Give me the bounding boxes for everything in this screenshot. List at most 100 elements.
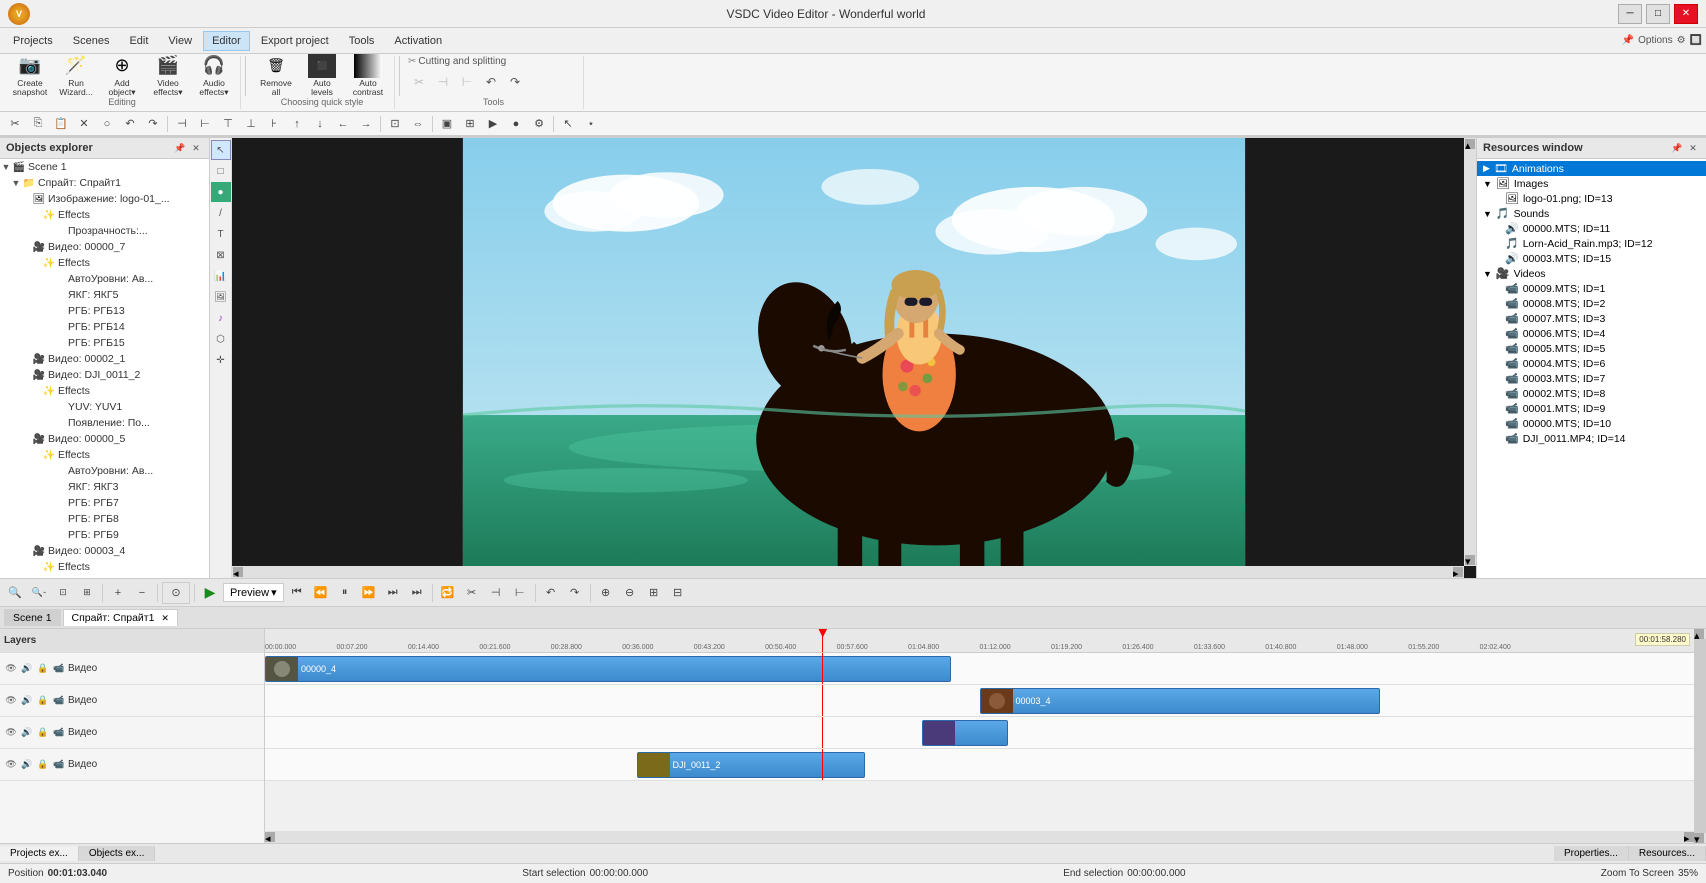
tree-node-disapp1[interactable]: Исчезновение:... <box>0 575 209 578</box>
tree-node-fx2[interactable]: ✨Effects <box>0 255 209 271</box>
res-sound-1[interactable]: 🔊 00000.MTS; ID=11 <box>1477 221 1706 236</box>
res-vid-8[interactable]: 📹00002.MTS; ID=8 <box>1477 386 1706 401</box>
zoom-in-btn[interactable]: 🔍 <box>4 582 26 604</box>
v-scrollbar[interactable]: ▴ ▾ <box>1464 138 1476 566</box>
menu-activation[interactable]: Activation <box>385 31 451 51</box>
tree-node-trans1[interactable]: Прозрачность:... <box>0 223 209 239</box>
menu-scenes[interactable]: Scenes <box>64 31 119 51</box>
tree-node-scene1[interactable]: ▼🎬Scene 1 <box>0 159 209 175</box>
tl-vscroll-up[interactable]: ▴ <box>1694 629 1704 639</box>
add-marker-btn[interactable]: + <box>107 582 129 604</box>
redo-icon[interactable]: ↷ <box>504 71 526 93</box>
go-end2-btn[interactable]: ⏭ <box>406 582 428 604</box>
align-right-btn[interactable]: ⊤ <box>217 113 239 135</box>
close-panel-btn[interactable]: ✕ <box>189 141 203 155</box>
res-vid-9[interactable]: 📹00001.MTS; ID=9 <box>1477 401 1706 416</box>
tree-node-vid2[interactable]: 🎥Видео: 00002_1 <box>0 351 209 367</box>
go-start-btn[interactable]: ⏮ <box>286 582 308 604</box>
frame-btn[interactable]: ▣ <box>436 113 458 135</box>
tree-node-rgb3[interactable]: РГБ: РГБ15 <box>0 335 209 351</box>
cut-icon[interactable]: ✂ <box>408 71 430 93</box>
clip-00000-4[interactable]: 00000_4 <box>265 656 951 682</box>
minimize-button[interactable]: ─ <box>1618 4 1642 24</box>
line-tool-btn[interactable]: / <box>211 203 231 223</box>
bottom-tab-objects[interactable]: Objects ex... <box>79 846 156 861</box>
menu-tools[interactable]: Tools <box>340 31 384 51</box>
res-vid-4[interactable]: 📹00006.MTS; ID=4 <box>1477 326 1706 341</box>
track-audio-1[interactable]: 🔊 <box>20 662 34 676</box>
track-lock-2[interactable]: 🔒 <box>36 694 50 708</box>
res-vid-11[interactable]: 📹DJI_0011.MP4; ID=14 <box>1477 431 1706 446</box>
pin-panel-btn[interactable]: 📌 <box>173 141 187 155</box>
track-vis-4[interactable]: 👁 <box>4 758 18 772</box>
paste-btn[interactable]: 📋 <box>50 113 72 135</box>
res-vid-10[interactable]: 📹00000.MTS; ID=10 <box>1477 416 1706 431</box>
shape-tool-btn[interactable]: ⬡ <box>211 329 231 349</box>
res-animations[interactable]: ▶ 🎞 Animations <box>1477 161 1706 176</box>
split-tl-btn[interactable]: ⊣ <box>485 582 507 604</box>
tree-node-fx5[interactable]: ✨Effects <box>0 559 209 575</box>
tree-node-vid3[interactable]: 🎥Видео: DJI_0011_2 <box>0 367 209 383</box>
trim-icon[interactable]: ⊢ <box>456 71 478 93</box>
tree-node-vid1[interactable]: 🎥Видео: 00000_7 <box>0 239 209 255</box>
align-left-btn[interactable]: ⊣ <box>171 113 193 135</box>
image-tool-btn[interactable]: 🖼 <box>211 287 231 307</box>
track-lock-1[interactable]: 🔒 <box>36 662 50 676</box>
step-fwd-btn[interactable]: ⏩ <box>358 582 380 604</box>
track-vis-3[interactable]: 👁 <box>4 726 18 740</box>
redo-btn[interactable]: ↷ <box>142 113 164 135</box>
split-icon[interactable]: ⊣ <box>432 71 454 93</box>
zoom-fit-btn[interactable]: ⊡ <box>52 582 74 604</box>
pointer-btn[interactable]: ↖ <box>557 113 579 135</box>
bottom-tab-resources[interactable]: Resources... <box>1629 846 1706 861</box>
circle-btn[interactable]: ○ <box>96 113 118 135</box>
tree-node-yuv1[interactable]: YUV: YUV1 <box>0 399 209 415</box>
res-vid-5[interactable]: 📹00005.MTS; ID=5 <box>1477 341 1706 356</box>
tree-toggle-scene1[interactable]: ▼ <box>0 161 12 173</box>
tl-extra-btn[interactable]: ⊞ <box>643 582 665 604</box>
copy-btn[interactable]: ⎘ <box>27 113 49 135</box>
track-lock-4[interactable]: 🔒 <box>36 758 50 772</box>
tab-sprite1[interactable]: Спрайт: Спрайт1 ✕ <box>63 609 178 626</box>
timeline-v-scrollbar[interactable]: ▴ ▾ <box>1694 629 1706 843</box>
res-vid-6[interactable]: 📹00004.MTS; ID=6 <box>1477 356 1706 371</box>
tree-node-auto2[interactable]: АвтоУровни: Ав... <box>0 463 209 479</box>
tl-vscroll-down[interactable]: ▾ <box>1694 833 1704 843</box>
grid-btn[interactable]: ⊞ <box>459 113 481 135</box>
add-object-button[interactable]: ⊕ Addobject▾ <box>100 51 144 101</box>
scroll-down-btn[interactable]: ▾ <box>1465 555 1475 565</box>
tl-scroll-left[interactable]: ◂ <box>265 832 275 842</box>
res-vid-2[interactable]: 📹00008.MTS; ID=2 <box>1477 296 1706 311</box>
scroll-up-btn[interactable]: ▴ <box>1465 139 1475 149</box>
subtract-btn[interactable]: − <box>131 582 153 604</box>
bar-chart-btn[interactable]: 📊 <box>211 266 231 286</box>
tree-node-vid5[interactable]: 🎥Видео: 00003_4 <box>0 543 209 559</box>
text-tool-btn[interactable]: T <box>211 224 231 244</box>
video-effects-button[interactable]: 🎬 Videoeffects▾ <box>146 51 190 101</box>
delete-btn[interactable]: ✕ <box>73 113 95 135</box>
res-images[interactable]: ▼ 🖼 Images <box>1477 176 1706 191</box>
tree-node-rgb4[interactable]: РГБ: РГБ7 <box>0 495 209 511</box>
play-btn[interactable]: ▶ <box>199 582 221 604</box>
move-down-btn[interactable]: ↓ <box>309 113 331 135</box>
tree-node-fx1[interactable]: ✨Effects <box>0 207 209 223</box>
wand-btn[interactable]: ⋆ <box>580 113 602 135</box>
preview-label-btn[interactable]: Preview ▾ <box>223 583 284 602</box>
menu-view[interactable]: View <box>159 31 201 51</box>
res-vid-1[interactable]: 📹00009.MTS; ID=1 <box>1477 281 1706 296</box>
tree-node-rgb5[interactable]: РГБ: РГБ8 <box>0 511 209 527</box>
undo-tl-btn[interactable]: ↶ <box>540 582 562 604</box>
bottom-tab-projects[interactable]: Projects ex... <box>0 846 79 861</box>
distribute-btn[interactable]: ⊦ <box>263 113 285 135</box>
crop-btn[interactable]: ⊡ <box>384 113 406 135</box>
clip-00003-4[interactable]: 00003_4 <box>980 688 1380 714</box>
track-vis-2[interactable]: 👁 <box>4 694 18 708</box>
res-sound-2[interactable]: 🎵 Lorn-Acid_Rain.mp3; ID=12 <box>1477 236 1706 251</box>
play-btn2[interactable]: ▶ <box>482 113 504 135</box>
trim-tl-btn[interactable]: ⊢ <box>509 582 531 604</box>
tree-node-ykg1[interactable]: ЯКГ: ЯКГ5 <box>0 287 209 303</box>
tree-node-vid4[interactable]: 🎥Видео: 00000_5 <box>0 431 209 447</box>
run-wizard-button[interactable]: 🪄 RunWizard... <box>54 51 98 101</box>
res-logo[interactable]: 🖼 logo-01.png; ID=13 <box>1477 191 1706 206</box>
clip-dji[interactable]: DJI_0011_2 <box>637 752 866 778</box>
